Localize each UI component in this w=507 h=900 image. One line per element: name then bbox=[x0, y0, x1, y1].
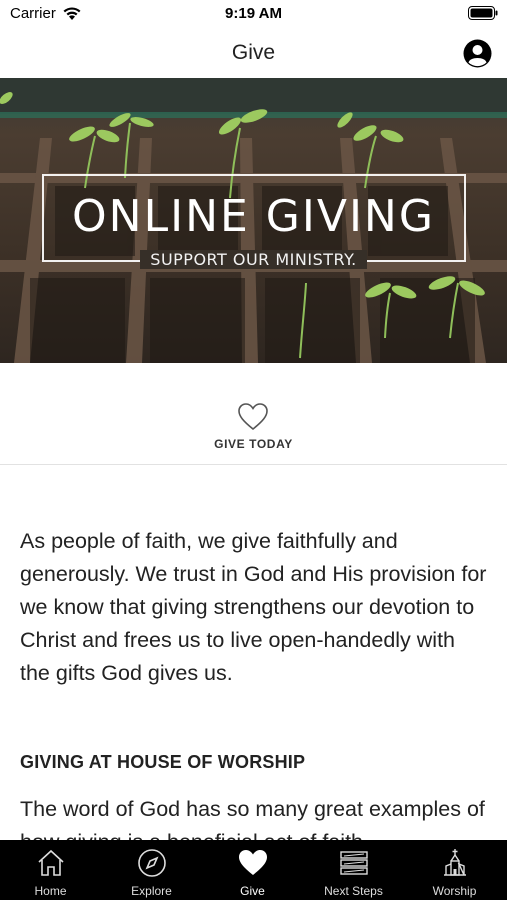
hero-title: ONLINE GIVING bbox=[72, 191, 435, 242]
church-icon bbox=[443, 849, 466, 876]
home-icon bbox=[37, 849, 64, 876]
tab-label-explore: Explore bbox=[131, 884, 172, 898]
give-today-button[interactable]: GIVE TODAY bbox=[0, 363, 507, 465]
compass-icon bbox=[137, 849, 166, 877]
body-paragraph: The word of God has so many great exampl… bbox=[20, 797, 485, 840]
tab-explore[interactable]: Explore bbox=[101, 840, 202, 900]
hero-subtitle: SUPPORT OUR MINISTRY. bbox=[140, 250, 367, 269]
content-area: As people of faith, we give faithfully a… bbox=[0, 465, 507, 840]
steps-icon bbox=[339, 851, 368, 875]
hero-banner: ONLINE GIVING SUPPORT OUR MINISTRY. bbox=[0, 78, 507, 363]
page-title: Give bbox=[231, 41, 276, 64]
tab-label-give: Give bbox=[240, 884, 265, 898]
heart-outline-icon bbox=[238, 403, 268, 431]
tab-label-home: Home bbox=[34, 884, 67, 898]
intro-paragraph: As people of faith, we give faithfully a… bbox=[20, 529, 487, 685]
tab-next-steps[interactable]: Next Steps bbox=[303, 840, 404, 900]
tab-bar: Home Explore Give Next Steps Worship bbox=[0, 840, 507, 900]
profile-icon[interactable] bbox=[463, 39, 492, 68]
heart-icon bbox=[238, 850, 267, 875]
tab-give[interactable]: Give bbox=[202, 840, 303, 900]
tab-label-next-steps: Next Steps bbox=[324, 884, 383, 898]
status-time: 9:19 AM bbox=[225, 5, 282, 22]
navigation-bar: Give bbox=[0, 30, 507, 78]
battery-icon bbox=[468, 6, 498, 20]
tab-label-worship: Worship bbox=[432, 884, 477, 898]
tab-worship[interactable]: Worship bbox=[404, 840, 505, 900]
hero-subtitle-wrap: SUPPORT OUR MINISTRY. bbox=[0, 250, 507, 270]
status-bar: Carrier 9:19 AM bbox=[0, 0, 507, 30]
section-heading: GIVING AT HOUSE OF WORSHIP bbox=[20, 752, 306, 772]
give-today-label: GIVE TODAY bbox=[214, 437, 293, 451]
tab-home[interactable]: Home bbox=[0, 840, 101, 900]
